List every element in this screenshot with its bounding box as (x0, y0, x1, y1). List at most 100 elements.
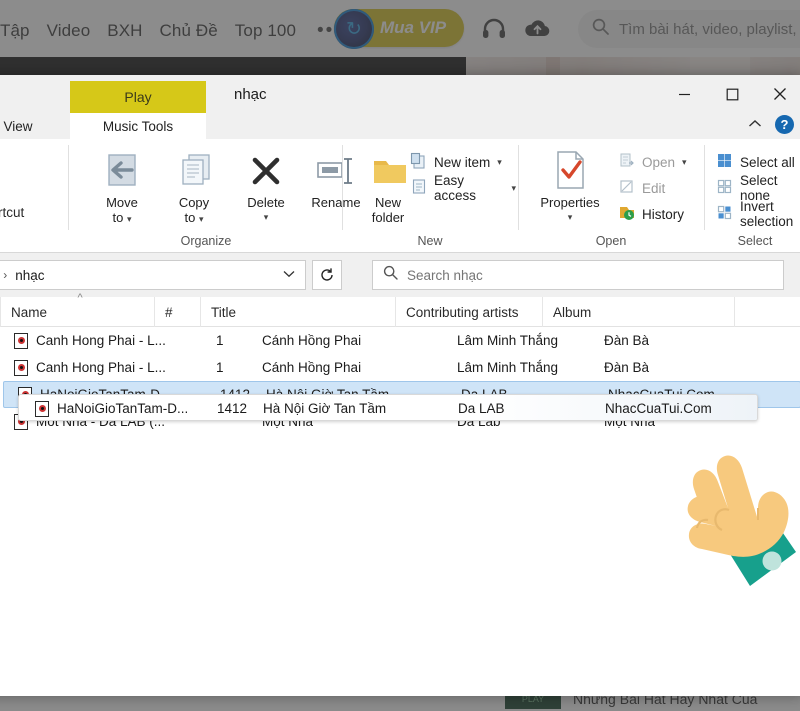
move-to-button[interactable]: Move to ▾ (86, 145, 158, 227)
new-group-label: New (417, 234, 443, 248)
nav-item-tap[interactable]: Tập (0, 21, 30, 41)
history-button[interactable]: History (618, 201, 687, 227)
open-button[interactable]: Open ▾ (618, 149, 687, 175)
row-number-cell: 1 (216, 333, 224, 348)
explorer-search-input[interactable] (407, 267, 747, 283)
search-icon (592, 18, 609, 40)
edit-button[interactable]: Edit (618, 175, 687, 201)
row-title-cell: Cánh Hồng Phai (262, 333, 362, 348)
webpage-search-input[interactable] (619, 20, 800, 38)
nav-item-chu-de[interactable]: Chủ Đề (160, 21, 218, 41)
table-row[interactable]: Canh Hong Phai - L... 1 Cánh Hồng Phai L… (0, 327, 800, 354)
new-item-button[interactable]: New item ▾ (410, 149, 516, 175)
webpage-search-box[interactable] (578, 10, 800, 48)
highlighted-row-name-cell: HaNoiGioTanTam-D... (35, 395, 188, 420)
minimize-button[interactable] (660, 75, 708, 113)
paste-shortcut-button[interactable]: Paste shortcut (0, 199, 24, 225)
ribbon-divider-1 (68, 145, 69, 230)
copy-path-button[interactable]: Copy path (0, 173, 24, 199)
table-row[interactable]: Canh Hong Phai - L... 1 Cánh Hồng Phai L… (0, 354, 800, 381)
column-header-album[interactable]: Album (542, 297, 734, 327)
easy-access-icon (410, 178, 427, 198)
headphones-icon[interactable] (482, 17, 506, 39)
clipboard-commands: Cut Copy path Paste shortcut (0, 147, 24, 225)
address-bar[interactable]: TGDD › nhạc (0, 260, 306, 290)
nav-item-bxh[interactable]: BXH (107, 21, 142, 41)
select-all-icon (716, 152, 733, 172)
chevron-down-icon[interactable]: ▾ (682, 157, 687, 168)
ribbon-group-organize: Move to ▾ Copy to ▾ Delete ▾ Rename Orga… (72, 139, 361, 253)
help-button[interactable]: ? (775, 115, 794, 134)
tab-music-tools[interactable]: Music Tools (70, 113, 206, 139)
column-header-extra[interactable] (734, 297, 800, 327)
new-folder-label-line2: folder (371, 210, 405, 225)
easy-access-button[interactable]: Easy access ▾ (410, 173, 516, 203)
edit-icon (618, 178, 635, 198)
copy-to-label-line1: Copy (178, 195, 210, 210)
ribbon-divider-2 (342, 145, 343, 230)
highlighted-row-artists-cell: Da LAB (458, 401, 505, 416)
invert-selection-button[interactable]: Invert selection (716, 199, 800, 229)
delete-button[interactable]: Delete ▾ (230, 145, 302, 225)
row-name-cell: Canh Hong Phai - L... (14, 359, 166, 376)
row-artists-cell: Lâm Minh Thắng (457, 333, 559, 348)
column-header-artists[interactable]: Contributing artists (395, 297, 542, 327)
chevron-down-icon[interactable]: ▾ (230, 210, 302, 225)
chevron-down-icon[interactable]: ▾ (497, 157, 502, 168)
row-name-text: Canh Hong Phai - L... (36, 360, 166, 375)
copy-to-button[interactable]: Copy to ▾ (158, 145, 230, 227)
chevron-down-icon[interactable]: ▾ (530, 210, 610, 225)
select-none-icon (716, 178, 733, 198)
select-none-button[interactable]: Select none (716, 173, 800, 203)
row-title-cell: Cánh Hồng Phai (262, 360, 362, 375)
organize-group-label: Organize (180, 234, 232, 248)
breadcrumb-nhac[interactable]: nhạc (15, 268, 44, 283)
highlighted-file-row[interactable]: HaNoiGioTanTam-D... 1412 Hà Nội Giờ Tan … (18, 394, 758, 421)
chevron-up-icon[interactable] (748, 116, 762, 134)
column-header-album-label: Album (553, 304, 592, 320)
row-artists-cell: Lâm Minh Thắng (457, 360, 559, 375)
column-header-name[interactable]: ^ Name (0, 292, 154, 327)
ribbon-divider-3 (518, 145, 519, 230)
file-explorer-window[interactable]: Play nhạc View Music Tools ? rtcut Move … (0, 75, 800, 696)
webpage-menu: Tập Video BXH Chủ Đề Top 100 ••• (0, 20, 343, 42)
open-commands: Open ▾ Edit History (618, 149, 687, 227)
chevron-down-icon[interactable] (283, 269, 299, 281)
open-icon (618, 152, 635, 172)
nav-item-top100[interactable]: Top 100 (235, 21, 296, 41)
column-header-title[interactable]: Title (200, 297, 395, 327)
column-header-title-label: Title (211, 304, 237, 320)
properties-icon (530, 145, 610, 191)
refresh-button[interactable] (312, 260, 342, 290)
tab-view[interactable]: View (0, 113, 50, 139)
cloud-upload-icon[interactable] (524, 17, 551, 39)
cut-button[interactable]: Cut (0, 147, 24, 173)
open-group-label: Open (595, 234, 627, 248)
history-icon (618, 204, 635, 224)
tab-play[interactable]: Play (70, 81, 206, 113)
chevron-down-icon[interactable]: ▾ (127, 214, 132, 224)
chevron-down-icon[interactable]: ▾ (511, 183, 516, 194)
ribbon-group-clipboard: Cut Copy path Paste shortcut (0, 139, 66, 253)
mp3-file-icon (14, 359, 28, 376)
select-all-button[interactable]: Select all (716, 149, 800, 175)
nav-item-video[interactable]: Video (47, 21, 91, 41)
mp3-file-icon (14, 332, 28, 349)
properties-label: Properties (540, 195, 600, 210)
tab-play-label: Play (124, 89, 152, 105)
chevron-down-icon[interactable]: ▾ (199, 214, 204, 224)
explorer-title-bar: Play nhạc (0, 75, 800, 113)
address-row: TGDD › nhạc (0, 253, 800, 297)
select-group-label: Select (737, 234, 773, 248)
new-commands: New item ▾ Easy access ▾ (410, 149, 516, 203)
explorer-search-box[interactable] (372, 260, 784, 290)
new-item-label: New item (434, 154, 491, 170)
maximize-button[interactable] (708, 75, 756, 113)
close-button[interactable] (756, 75, 800, 113)
row-number-cell: 1 (216, 360, 224, 375)
highlighted-row-title-cell: Hà Nội Giờ Tan Tầm (263, 401, 387, 416)
column-header-name-label: Name (11, 304, 48, 320)
delete-label: Delete (247, 195, 285, 210)
properties-button[interactable]: Properties ▾ (530, 145, 610, 225)
column-header-number[interactable]: # (154, 297, 200, 327)
